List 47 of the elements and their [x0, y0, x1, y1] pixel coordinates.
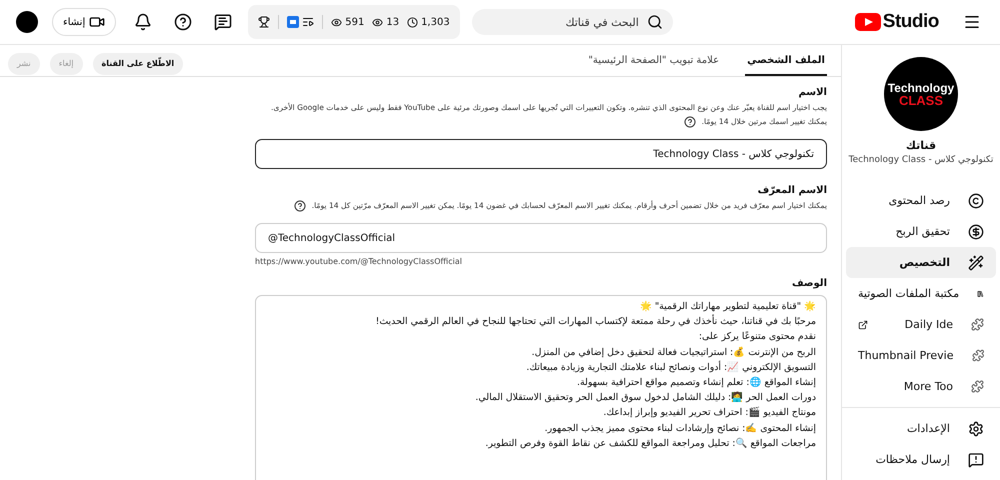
- sidebar-item[interactable]: مكتبة الملفات الصوتية: [846, 278, 996, 309]
- section-title: الاسم: [797, 87, 827, 98]
- channel-url: https://www.youtube.com/@TechnologyClassOfficial: [255, 257, 462, 266]
- search-icon: [646, 14, 663, 30]
- studio-badge-icon[interactable]: [287, 16, 314, 28]
- stat-counter: 1,303: [407, 16, 450, 28]
- sidebar-item[interactable]: التخصيص: [846, 247, 996, 278]
- menu-icon: [963, 13, 982, 31]
- action-button[interactable]: الاطّلاع على القناة: [92, 52, 184, 74]
- sidebar-item[interactable]: تحقيق الربح: [846, 216, 996, 247]
- feedback-icon: [968, 452, 984, 468]
- magic-wand-icon: [968, 254, 984, 270]
- sidebar-item[interactable]: Thumbnail Previe: [846, 340, 996, 371]
- section-title: الاسم المعرّف: [756, 185, 827, 196]
- help-icon[interactable]: [684, 116, 696, 128]
- stat-counter: 591: [331, 16, 364, 28]
- tab[interactable]: الملف الشخصي: [745, 55, 827, 76]
- sidebar-item[interactable]: الإعدادات: [846, 413, 996, 444]
- puzzle-icon: [971, 380, 984, 393]
- dollar-icon: [968, 224, 984, 240]
- copyright-icon: [968, 192, 984, 208]
- sidebar-item[interactable]: رصد المحتوى: [846, 185, 996, 216]
- account-avatar[interactable]: [16, 11, 38, 33]
- tab[interactable]: علامة تبويب "الصفحة الرئيسية": [586, 55, 722, 76]
- sidebar-item[interactable]: Daily Ide: [846, 309, 996, 340]
- handle-field[interactable]: @TechnologyClassOfficial: [255, 223, 827, 253]
- help-icon[interactable]: [294, 200, 306, 212]
- sidebar-item[interactable]: More Too: [846, 371, 996, 402]
- section-title: الوصف: [790, 278, 827, 289]
- channel-name: تكنولوجي كلاس - Technology Class: [848, 155, 994, 165]
- sidebar-title: قناتك: [904, 139, 938, 152]
- channel-logo: Technology CLASS: [884, 57, 958, 131]
- create-button[interactable]: إنشاء: [52, 8, 116, 36]
- eye-icon: [372, 16, 384, 28]
- stat-counter: 13: [372, 16, 400, 28]
- trophy-icon[interactable]: [258, 16, 270, 28]
- name-field[interactable]: تكنولوجي كلاس - Technology Class: [255, 139, 827, 169]
- eye-icon: [331, 16, 342, 28]
- clock-icon: [407, 16, 418, 28]
- settings-icon: [968, 420, 984, 436]
- play-logo-icon: [854, 13, 881, 31]
- puzzle-icon: [971, 318, 984, 331]
- search-field[interactable]: البحث في قناتك: [472, 9, 673, 35]
- puzzle-icon: [972, 349, 984, 362]
- studio-logo[interactable]: Studio: [854, 11, 939, 33]
- description-field[interactable]: 🌟 "قناة تعليمية لتطوير مهاراتك الرقمية" 🌟 مرحبًا بك في قناتنا، حيث نأخذك في رحلة ممتعة لإكتساب المهارات التي تحتاجها للنجاح في العالم الرقمي الحديث! نقدم محتوى متنوعًا يركز على: الربح من الإنترنت 💰: استراتيجيات فعالة لتحقيق دخل إضافي من المنزل. التسويق الإلكتروني 📈: أدوات ونصائح لبناء علامتك التجارية وزيادة مبيعاتك. إنشاء المواقع 🌐: تعلم إنشاء وتصميم مواقع احترافية بسهولة. دورات العمل الحر 🧑‍💻: دليلك الشامل لدخول سوق العمل الحر وتحقيق الاستقلال المالي. مونتاج الفيديو 🎬: احتراف تحرير الفيديو وإبراز إبداعك. إنشاء المحتوى ✍: نصائح وإرشادات لبناء محتوى مميز يجذب الجمهور. مراجعات المواقع 🔍: تحليل ومراجعة المواقع للكشف عن نقاط القوة وفرص التطوير.: [255, 295, 827, 480]
- sidebar-item[interactable]: إرسال ملاحظات: [846, 444, 996, 475]
